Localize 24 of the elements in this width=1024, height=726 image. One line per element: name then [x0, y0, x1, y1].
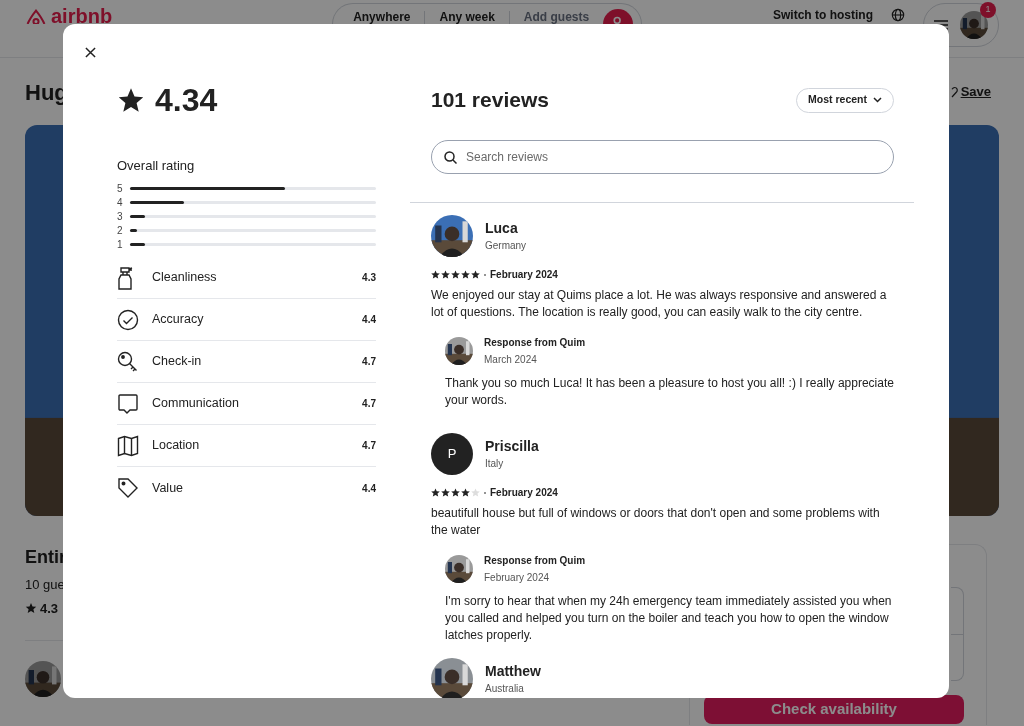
logo-text[interactable]: airbnb [51, 8, 113, 24]
logo-icon [25, 8, 47, 24]
search-button[interactable] [603, 9, 634, 24]
response-title: Response from Quim [484, 554, 586, 568]
response-date: February 2024 [484, 571, 551, 585]
star-icon [117, 86, 145, 114]
listing-heading: Entir [25, 546, 66, 569]
date-field[interactable] [951, 587, 964, 635]
save-button[interactable]: Save [960, 82, 991, 102]
reviews-title: 101 reviews [431, 87, 549, 114]
notification-badge: 1 [980, 2, 996, 18]
response-text: I'm sorry to hear that when my 24h emergency team immediately assisted you when you called and helped you turn on the boiler and teach you how to open the window latches properly. [445, 593, 893, 644]
search-segment[interactable]: Add guests [509, 11, 604, 24]
reviewer-name: Matthew [485, 662, 541, 680]
chevron-down-icon [873, 97, 882, 103]
globe-icon[interactable] [891, 8, 905, 22]
switch-to-hosting-link[interactable]: Switch to hosting [773, 9, 873, 22]
listing-rating: 4.3 [40, 599, 59, 618]
reviewer-location: Australia [485, 682, 525, 696]
overall-rating-score: 4.34 [155, 81, 218, 120]
star-icon [25, 602, 37, 615]
close-icon [84, 46, 96, 58]
guests-field[interactable] [951, 635, 964, 681]
listing-guests: 10 gue [25, 576, 65, 594]
